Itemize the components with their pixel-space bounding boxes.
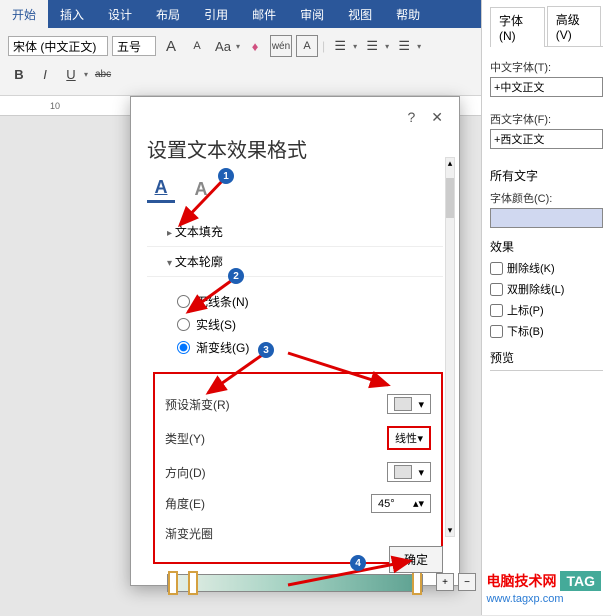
font-color-dropdown[interactable] [490,208,603,228]
dialog-title: 设置文本效果格式 [147,134,443,163]
ruler-mark: 10 [50,101,60,111]
outline-radio-group: 无线条(N) 实线(S) 渐变线(G) [147,277,443,372]
section-text-outline[interactable]: 文本轮廓 [147,247,443,277]
radio-gradient-line[interactable]: 渐变线(G) [177,339,443,356]
en-font-input[interactable] [490,129,603,149]
font-panel: 字体(N) 高级(V) 中文字体(T): 西文字体(F): 所有文字 字体颜色(… [481,0,611,615]
type-label: 类型(Y) [165,430,205,447]
cn-font-input[interactable] [490,77,603,97]
shrink-font-button[interactable]: A [186,35,208,57]
dialog-scrollbar[interactable]: ▴ ▾ [445,157,455,537]
change-case-button[interactable]: Aa [212,35,234,57]
panel-tab-advanced[interactable]: 高级(V) [547,6,601,46]
tab-view[interactable]: 视图 [336,0,384,28]
check-subscript[interactable]: 下标(B) [490,323,603,339]
panel-tab-font[interactable]: 字体(N) [490,7,545,47]
tab-home[interactable]: 开始 [0,0,48,28]
help-icon[interactable]: ? [407,109,415,126]
tab-mailings[interactable]: 邮件 [240,0,288,28]
annotation-badge-4: 4 [350,555,366,571]
section-text-fill[interactable]: 文本填充 [147,217,443,247]
gradient-stop[interactable] [412,571,422,595]
numbering-button[interactable]: ☰ [361,35,383,57]
angle-spinner[interactable]: 45°▴▾ [371,494,431,513]
preset-dropdown[interactable]: ▾ [387,394,431,414]
radio-solid-line[interactable]: 实线(S) [177,316,443,333]
close-icon[interactable]: ✕ [431,109,443,126]
annotation-badge-1: 1 [218,168,234,184]
char-border-button[interactable]: A [296,35,318,57]
text-fill-outline-icon[interactable]: A [147,175,175,203]
tab-references[interactable]: 引用 [192,0,240,28]
en-font-label: 西文字体(F): [490,111,603,127]
check-double-strike[interactable]: 双删除线(L) [490,281,603,297]
font-color-label: 字体颜色(C): [490,190,603,206]
phonetic-guide-button[interactable]: wén [270,35,292,57]
text-effects-icon[interactable]: A [187,175,215,203]
underline-button[interactable]: U [60,63,82,85]
check-strike[interactable]: 删除线(K) [490,260,603,276]
multilevel-button[interactable]: ☰ [393,35,415,57]
grow-font-button[interactable]: A [160,35,182,57]
stops-label: 渐变光圈 [165,525,213,542]
italic-button[interactable]: I [34,63,56,85]
tab-review[interactable]: 审阅 [288,0,336,28]
gradient-stop[interactable] [168,571,178,595]
font-size-select[interactable] [112,36,156,56]
direction-dropdown[interactable]: ▾ [387,462,431,482]
strikethrough-button[interactable]: abc [92,63,114,85]
annotation-badge-2: 2 [228,268,244,284]
angle-label: 角度(E) [165,495,205,512]
text-effects-dialog: ? ✕ 设置文本效果格式 A A 文本填充 文本轮廓 无线条(N) 实线(S) … [130,96,460,586]
bullets-button[interactable]: ☰ [329,35,351,57]
font-name-select[interactable] [8,36,108,56]
ok-button[interactable]: 确定 [389,546,443,573]
tab-design[interactable]: 设计 [96,0,144,28]
annotation-badge-3: 3 [258,342,274,358]
gradient-stops-bar[interactable]: + − [167,574,423,592]
gradient-stop[interactable] [188,571,198,595]
effects-label: 效果 [490,238,603,255]
cn-font-label: 中文字体(T): [490,59,603,75]
check-superscript[interactable]: 上标(P) [490,302,603,318]
remove-stop-button[interactable]: − [458,573,476,591]
direction-label: 方向(D) [165,464,206,481]
preview-label: 预览 [490,349,603,366]
bold-button[interactable]: B [8,63,30,85]
tab-insert[interactable]: 插入 [48,0,96,28]
type-dropdown[interactable]: 线性 ▾ [387,426,431,450]
preset-label: 预设渐变(R) [165,396,230,413]
tab-help[interactable]: 帮助 [384,0,432,28]
gradient-options: 预设渐变(R) ▾ 类型(Y) 线性 ▾ 方向(D) ▾ 角度(E) 45°▴▾… [153,372,443,564]
all-text-label: 所有文字 [490,167,603,184]
radio-no-line[interactable]: 无线条(N) [177,293,443,310]
tab-layout[interactable]: 布局 [144,0,192,28]
watermark: 电脑技术网TAG www.tagxp.com [486,571,601,605]
clear-format-button[interactable]: ♦ [244,35,266,57]
add-stop-button[interactable]: + [436,573,454,591]
